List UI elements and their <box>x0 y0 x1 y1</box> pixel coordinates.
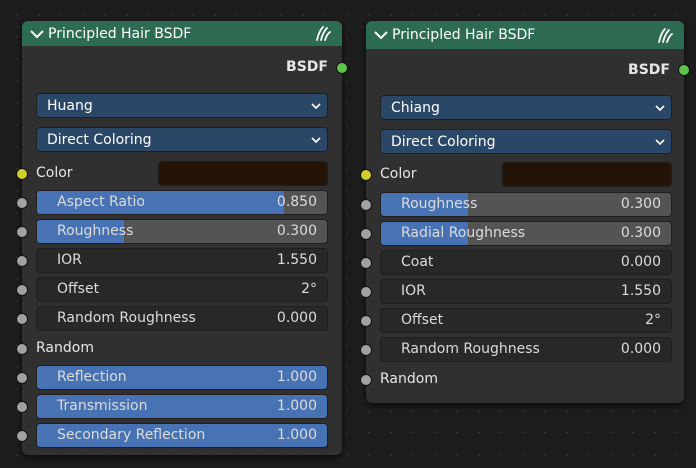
hair-model-dropdown[interactable]: Chiang <box>380 95 672 120</box>
radial-roughness-socket[interactable] <box>360 228 372 240</box>
transmission-field[interactable]: Transmission 1.000 <box>36 394 328 419</box>
field-value: 1.000 <box>276 398 317 414</box>
field-label: Coat <box>401 254 434 270</box>
node-header[interactable]: Principled Hair BSDF <box>366 21 684 49</box>
secondary-reflection-socket[interactable] <box>16 430 28 442</box>
chevron-down-icon <box>655 135 665 153</box>
roughness-field[interactable]: Roughness 0.300 <box>36 219 328 244</box>
aspect-ratio-socket[interactable] <box>16 197 28 209</box>
field-label: Transmission <box>57 398 148 414</box>
field-label: Offset <box>401 312 444 328</box>
principled-hair-bsdf-node-huang[interactable]: Principled Hair BSDF BSDF Huang Direct C… <box>16 21 348 455</box>
offset-socket[interactable] <box>16 284 28 296</box>
hair-bsdf-icon <box>656 26 674 48</box>
hair-model-value: Chiang <box>391 99 440 116</box>
parametrization-value: Direct Coloring <box>47 131 152 148</box>
color-label: Color <box>36 165 73 181</box>
field-value: 1.550 <box>620 283 661 299</box>
field-label: Aspect Ratio <box>57 194 145 210</box>
field-value: 2° <box>645 312 661 328</box>
field-label: IOR <box>57 252 82 268</box>
offset-field[interactable]: Offset 2° <box>36 277 328 302</box>
bsdf-output: BSDF <box>628 60 684 80</box>
roughness-socket[interactable] <box>16 226 28 238</box>
field-value: 0.300 <box>276 223 317 239</box>
color-input-socket[interactable] <box>16 168 28 180</box>
chevron-down-icon <box>311 99 321 117</box>
node-title: Principled Hair BSDF <box>48 25 192 42</box>
ior-socket[interactable] <box>360 286 372 298</box>
roughness-socket[interactable] <box>360 199 372 211</box>
node-header[interactable]: Principled Hair BSDF <box>22 21 342 46</box>
coat-socket[interactable] <box>360 257 372 269</box>
field-value: 0.000 <box>620 341 661 357</box>
reflection-socket[interactable] <box>16 372 28 384</box>
field-label: Roughness <box>401 196 478 212</box>
field-label: Random Roughness <box>401 341 540 357</box>
color-label: Color <box>380 166 417 182</box>
roughness-field[interactable]: Roughness 0.300 <box>380 192 672 217</box>
offset-field[interactable]: Offset 2° <box>380 308 672 333</box>
secondary-reflection-field[interactable]: Secondary Reflection 1.000 <box>36 423 328 448</box>
hair-bsdf-icon <box>314 24 332 46</box>
chevron-down-icon <box>655 101 665 119</box>
reflection-field[interactable]: Reflection 1.000 <box>36 365 328 390</box>
random-label: Random <box>380 371 438 387</box>
offset-socket[interactable] <box>360 315 372 327</box>
field-value: 1.000 <box>276 369 317 385</box>
random-roughness-field[interactable]: Random Roughness 0.000 <box>380 337 672 362</box>
bsdf-output: BSDF <box>286 57 342 77</box>
field-value: 0.850 <box>276 194 317 210</box>
field-label: Random Roughness <box>57 310 196 326</box>
field-value: 1.550 <box>276 252 317 268</box>
ior-field[interactable]: IOR 1.550 <box>380 279 672 304</box>
hair-model-value: Huang <box>47 97 93 114</box>
bsdf-output-label: BSDF <box>628 62 670 78</box>
field-label: Offset <box>57 281 100 297</box>
field-label: IOR <box>401 283 426 299</box>
random-socket[interactable] <box>360 374 372 386</box>
parametrization-dropdown[interactable]: Direct Coloring <box>36 127 328 152</box>
random-roughness-socket[interactable] <box>360 344 372 356</box>
aspect-ratio-field[interactable]: Aspect Ratio 0.850 <box>36 190 328 215</box>
collapse-chevron-icon[interactable] <box>374 30 390 40</box>
field-value: 0.300 <box>620 196 661 212</box>
bsdf-output-socket[interactable] <box>678 64 690 76</box>
field-value: 0.300 <box>620 225 661 241</box>
bsdf-output-socket[interactable] <box>336 62 348 74</box>
hair-model-dropdown[interactable]: Huang <box>36 93 328 118</box>
chevron-down-icon <box>311 133 321 151</box>
random-roughness-socket[interactable] <box>16 313 28 325</box>
field-label: Secondary Reflection <box>57 427 206 443</box>
field-value: 0.000 <box>620 254 661 270</box>
random-label: Random <box>36 340 94 356</box>
field-value: 1.000 <box>276 427 317 443</box>
field-label: Radial Roughness <box>401 225 526 241</box>
random-roughness-field[interactable]: Random Roughness 0.000 <box>36 306 328 331</box>
principled-hair-bsdf-node-chiang[interactable]: Principled Hair BSDF BSDF Chiang Direct … <box>360 21 690 403</box>
field-value: 2° <box>301 281 317 297</box>
color-input-socket[interactable] <box>360 169 372 181</box>
color-swatch[interactable] <box>502 162 672 187</box>
field-value: 0.000 <box>276 310 317 326</box>
ior-field[interactable]: IOR 1.550 <box>36 248 328 273</box>
bsdf-output-label: BSDF <box>286 59 328 75</box>
field-label: Reflection <box>57 369 127 385</box>
color-swatch[interactable] <box>158 161 328 186</box>
coat-field[interactable]: Coat 0.000 <box>380 250 672 275</box>
node-title: Principled Hair BSDF <box>392 27 536 43</box>
ior-socket[interactable] <box>16 255 28 267</box>
random-socket[interactable] <box>16 343 28 355</box>
transmission-socket[interactable] <box>16 401 28 413</box>
field-label: Roughness <box>57 223 134 239</box>
parametrization-dropdown[interactable]: Direct Coloring <box>380 129 672 154</box>
collapse-chevron-icon[interactable] <box>30 29 46 39</box>
parametrization-value: Direct Coloring <box>391 133 496 150</box>
radial-roughness-field[interactable]: Radial Roughness 0.300 <box>380 221 672 246</box>
